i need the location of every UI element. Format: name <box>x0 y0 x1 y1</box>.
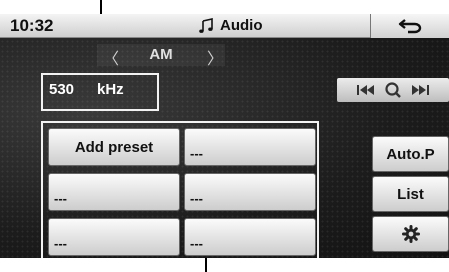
band-next-icon[interactable]: 〉 <box>207 45 223 69</box>
preset-label: --- <box>190 191 203 206</box>
search-icon[interactable] <box>384 81 402 99</box>
frequency-unit: kHz <box>97 81 124 98</box>
preset-label: Add preset <box>74 138 154 156</box>
screen-title-text: Audio <box>220 17 263 34</box>
screen-title: Audio <box>198 17 263 34</box>
head-unit-screen: 10:32 Audio 〈 AM 〉 530 kHz Add preset --… <box>0 14 449 258</box>
auto-preset-button[interactable]: Auto.P <box>372 136 449 172</box>
band-selector[interactable]: 〈 AM 〉 <box>97 44 225 69</box>
back-button[interactable] <box>370 14 449 38</box>
gear-icon <box>401 225 420 243</box>
band-label: AM <box>149 46 173 63</box>
auto-preset-label: Auto.P <box>386 145 435 163</box>
preset-label: --- <box>190 146 203 161</box>
preset-label: --- <box>54 236 67 251</box>
list-label: List <box>397 185 424 203</box>
status-bar: 10:32 Audio <box>0 14 449 38</box>
preset-label: --- <box>54 191 67 206</box>
frequency-value: 530 <box>49 81 75 98</box>
preset-button-3[interactable]: --- <box>48 173 180 211</box>
add-preset-button[interactable]: Add preset <box>48 128 180 166</box>
frequency-display: 530 kHz <box>41 73 159 111</box>
preset-button-5[interactable]: --- <box>48 218 180 256</box>
seek-back-icon[interactable] <box>356 83 376 97</box>
clock: 10:32 <box>10 16 54 35</box>
preset-button-2[interactable]: --- <box>184 128 316 166</box>
callout-line-bottom <box>205 258 207 272</box>
callout-line-top <box>100 0 102 14</box>
preset-button-6[interactable]: --- <box>184 218 316 256</box>
music-note-icon <box>199 17 213 33</box>
preset-grid: Add preset --- --- --- --- --- <box>41 121 319 258</box>
seek-forward-icon[interactable] <box>410 83 430 97</box>
list-button[interactable]: List <box>372 176 449 212</box>
preset-button-4[interactable]: --- <box>184 173 316 211</box>
settings-button[interactable] <box>372 216 449 252</box>
preset-label: --- <box>190 236 203 251</box>
back-arrow-icon <box>398 19 422 34</box>
tuning-controls <box>337 78 449 102</box>
